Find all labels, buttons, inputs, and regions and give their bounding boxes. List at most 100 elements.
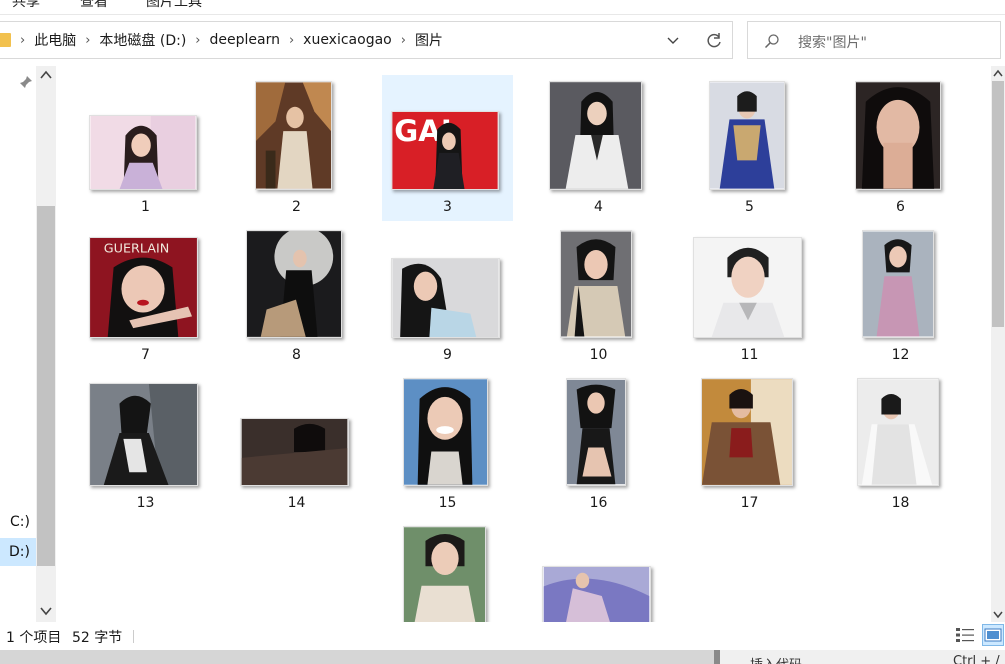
nav-scrollbar-thumb[interactable] [37,206,55,566]
file-name: 2 [292,199,301,215]
file-item[interactable]: 8 [231,223,362,369]
file-name: 13 [136,495,155,511]
image-thumbnail [89,115,197,190]
image-thumbnail [709,81,785,190]
image-thumbnail [403,378,488,486]
file-item[interactable]: 4 [533,75,664,221]
image-thumbnail: GAI [391,111,499,190]
folder-icon [0,33,11,47]
file-name: 12 [891,347,910,363]
ribbon-tabs: 共享 查看 图片工具 [0,0,1005,15]
content-scrollbar-thumb[interactable] [992,81,1004,327]
details-view-icon[interactable] [955,626,975,644]
image-thumbnail [566,378,626,486]
file-item[interactable]: 2 [231,75,362,221]
file-item[interactable]: 15 [382,371,513,517]
image-thumbnail [391,258,500,338]
search-placeholder: 搜索"图片" [798,35,867,51]
file-name: 14 [287,495,306,511]
nav-scrollbar[interactable] [36,66,56,622]
file-name: 15 [438,495,457,511]
breadcrumb-xuexicaogao[interactable]: xuexicaogao [303,32,392,48]
background-text-insert-code: 插入代码 [750,654,802,664]
search-input[interactable]: 搜索"图片" [747,21,1001,59]
breadcrumb-this-pc[interactable]: 此电脑 [34,30,76,50]
selection-size: 52 字节 [72,630,123,646]
breadcrumb-drive-d[interactable]: 本地磁盘 (D:) [99,30,186,50]
large-icons-view-icon[interactable] [982,624,1004,646]
image-thumbnail [701,378,793,486]
image-thumbnail [855,81,941,190]
status-divider [133,630,134,643]
chevron-right-icon[interactable]: › [20,33,25,48]
ribbon-tab-share[interactable]: 共享 [12,0,40,11]
file-item[interactable]: 5 [684,75,815,221]
image-thumbnail [89,383,198,486]
refresh-icon[interactable] [704,31,724,51]
image-thumbnail [542,566,651,622]
file-item[interactable]: 16 [533,371,664,517]
file-name: 10 [589,347,608,363]
chevron-right-icon[interactable]: › [401,33,406,48]
file-item[interactable] [533,519,664,622]
pin-icon[interactable] [19,75,33,89]
thumbnail-text: GUERLAIN [104,242,169,257]
file-name: 4 [594,199,603,215]
image-thumbnail [862,230,934,338]
chevron-right-icon[interactable]: › [85,33,90,48]
file-name: 17 [740,495,759,511]
background-window: 插入代码 Ctrl + / [0,650,1005,664]
content-scrollbar[interactable] [991,66,1005,622]
chevron-down-icon[interactable] [666,33,680,47]
image-thumbnail [246,230,342,338]
image-thumbnail [240,418,349,486]
file-name: 8 [292,347,301,363]
file-item[interactable]: 13 [80,371,211,517]
file-item[interactable]: 14 [231,371,362,517]
chevron-up-icon[interactable] [40,70,52,80]
file-item[interactable]: 18 [835,371,966,517]
file-item[interactable] [382,519,513,622]
address-bar[interactable]: › 此电脑 › 本地磁盘 (D:) › deeplearn › xuexicao… [0,21,733,59]
file-item[interactable]: 9 [382,223,513,369]
chevron-down-icon[interactable] [40,606,52,616]
nav-item-drive-d[interactable]: D:) [0,538,36,566]
file-item[interactable]: 11 [684,223,815,369]
file-item[interactable]: GUERLAIN 7 [80,223,211,369]
nav-item-drive-c[interactable]: C:) [0,508,36,536]
image-thumbnail: GUERLAIN [89,237,198,338]
image-thumbnail [255,81,332,190]
search-icon [764,34,779,49]
chevron-down-icon[interactable] [967,0,977,2]
file-name: 9 [443,347,452,363]
image-thumbnail [857,378,939,486]
breadcrumb-pictures[interactable]: 图片 [415,30,443,50]
image-thumbnail [560,230,632,338]
file-item[interactable]: 6 [835,75,966,221]
image-thumbnail [693,237,802,338]
chevron-up-icon[interactable] [993,69,1003,77]
address-row: › 此电脑 › 本地磁盘 (D:) › deeplearn › xuexicao… [0,20,1005,62]
file-name: 11 [740,347,759,363]
chevron-down-icon[interactable] [993,611,1003,619]
ribbon-tab-picture-tools[interactable]: 图片工具 [146,0,202,11]
chevron-right-icon[interactable]: › [195,33,200,48]
navigation-pane: C:) D:) [0,66,57,622]
image-thumbnail [403,526,486,622]
file-name: 7 [141,347,150,363]
file-item[interactable]: 12 [835,223,966,369]
file-item[interactable]: 1 [80,75,211,221]
file-name: 16 [589,495,608,511]
file-item-selected[interactable]: GAI 3 [382,75,513,221]
file-list: 1 2 GAI 3 4 5 6 GUERLAIN 7 8 9 10 11 12 … [60,66,992,622]
file-item[interactable]: 10 [533,223,664,369]
chevron-right-icon[interactable]: › [289,33,294,48]
file-name: 6 [896,199,905,215]
file-name: 5 [745,199,754,215]
image-thumbnail [549,81,642,190]
selection-count: 1 个项目 [6,630,62,646]
breadcrumb-deeplearn[interactable]: deeplearn [209,32,279,48]
file-name: 3 [443,199,452,215]
ribbon-tab-view[interactable]: 查看 [80,0,108,11]
file-item[interactable]: 17 [684,371,815,517]
